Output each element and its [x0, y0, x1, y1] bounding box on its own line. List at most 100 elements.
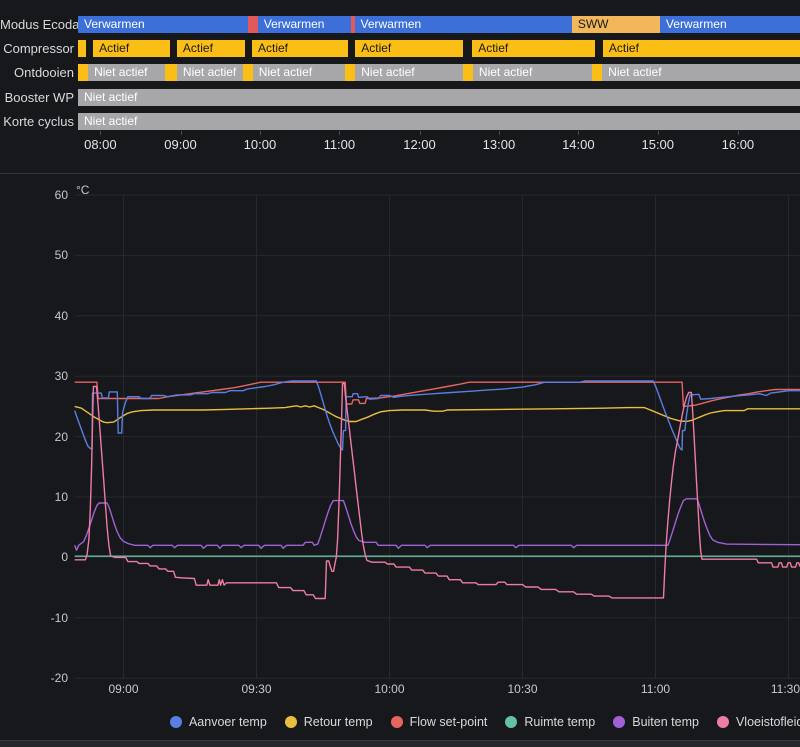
timeline-axis-tick — [578, 131, 580, 135]
timeline-segment-actief[interactable]: Actief — [252, 40, 349, 57]
legend-item-label: Ruimte temp — [524, 715, 596, 729]
y-axis-tick-label: 60 — [54, 188, 68, 202]
legend-color-dot-icon — [284, 716, 297, 728]
timeline-segment-verwarmen[interactable]: Verwarmen — [78, 16, 248, 33]
y-axis-tick-label: 20 — [54, 429, 68, 444]
timeline-segment-actief[interactable] — [78, 64, 89, 81]
legend-item-label: Vloeistofleiding — [735, 715, 800, 729]
timeline-axis-tick — [100, 131, 102, 135]
timeline-row-label: Compressor — [3, 41, 74, 56]
dashboard: Modus Ecodan Verwarmen Verwarmen Verwarmen S… — [0, 0, 800, 747]
timeline-row-track: Verwarmen Verwarmen Verwarmen SWW Verwarmen — [78, 16, 800, 33]
timeline-row: Korte cyclus Niet actief — [0, 112, 800, 130]
timeline-row-label: Modus Ecodan — [0, 17, 87, 32]
y-axis-tick-label: -10 — [50, 610, 68, 625]
timeline-row-label: Ontdooien — [14, 65, 74, 80]
timeline-axis-tick — [737, 131, 739, 135]
timeline-segment-defrost[interactable] — [247, 16, 258, 33]
timeline-segment-niet_actief[interactable]: Niet actief — [176, 64, 244, 81]
x-axis-tick-label: 10:00 — [374, 682, 405, 696]
chart-legend: Aanvoer temp Retour temp Flow set-point Rui… — [169, 710, 800, 734]
timeline-segment-actief[interactable] — [164, 64, 177, 81]
timeline-segment-sww[interactable]: SWW — [571, 16, 660, 33]
timeline-row-track: Niet actief Niet actief Niet actief Niet ac… — [78, 64, 800, 81]
legend-item-ruimte-temp[interactable]: Ruimte temp — [505, 715, 595, 729]
legend-item-vloeistofleiding[interactable]: Vloeistofleiding — [716, 715, 800, 729]
timeline-segment-actief[interactable] — [78, 40, 86, 57]
y-axis-tick-label: 10 — [54, 490, 68, 504]
series-line-aanvoer-temp — [74, 380, 800, 451]
timeline-axis-tick — [657, 131, 659, 135]
timeline-segment-actief[interactable] — [592, 64, 603, 81]
timeline-segment-niet_actief[interactable]: Niet actief — [355, 64, 463, 81]
legend-item-retour-temp[interactable]: Retour temp — [284, 715, 373, 729]
legend-item-aanvoer-temp[interactable]: Aanvoer temp — [169, 715, 267, 729]
y-axis-tick-label: 50 — [54, 248, 68, 263]
timeline-axis-tick-label: 16:00 — [721, 137, 755, 152]
timeline-segment-actief[interactable]: Actief — [176, 40, 245, 57]
timeline-segment-actief[interactable] — [243, 64, 253, 81]
legend-color-dot-icon — [716, 716, 729, 728]
timeline-axis-tick — [339, 131, 341, 135]
timeline-axis-tick — [259, 131, 261, 135]
timeline-axis-tick — [180, 131, 182, 135]
x-axis-tick-label: 11:00 — [640, 682, 671, 696]
timeline-axis-tick-label: 11:00 — [323, 137, 356, 152]
timeline-row-track: Niet actief — [78, 112, 800, 130]
legend-item-label: Flow set-point — [409, 715, 488, 729]
timeline-segment-actief[interactable] — [345, 64, 356, 81]
x-axis-tick-label: 09:30 — [241, 682, 272, 696]
timeline-axis-tick-label: 10:00 — [243, 137, 277, 152]
legend-item-label: Aanvoer temp — [188, 715, 267, 729]
timeline-axis-tick — [419, 131, 421, 135]
legend-item-label: Buiten temp — [632, 715, 699, 729]
timeline-segment-niet_actief[interactable]: Niet actief — [602, 64, 800, 81]
temperature-chart-panel: °C 60 50 40 30 20 10 0 -10 -20 09:00 09:30 10:00 10… — [0, 174, 800, 739]
timeline-row-label: Korte cyclus — [3, 113, 74, 129]
timeline-row: Modus Ecodan Verwarmen Verwarmen Verwarmen S… — [0, 16, 800, 33]
y-axis-tick-label: 0 — [61, 550, 68, 565]
timeline-segment-niet_actief[interactable]: Niet actief — [88, 64, 165, 81]
timeline-segment-actief[interactable]: Actief — [472, 40, 595, 57]
legend-color-dot-icon — [505, 716, 518, 728]
legend-color-dot-icon — [613, 716, 626, 728]
timeline-segment-verwarmen[interactable]: Verwarmen — [257, 16, 351, 33]
timeline-row: Compressor Actief Actief Actief Actief Actief… — [0, 40, 800, 57]
timeline-segment-niet_actief[interactable]: Niet actief — [78, 88, 800, 106]
series-line-retour-temp — [74, 405, 800, 424]
x-axis-tick-label: 09:00 — [108, 682, 139, 696]
timeline-segment-verwarmen[interactable]: Verwarmen — [659, 16, 800, 33]
timeline-row: Booster WP Niet actief — [0, 88, 800, 106]
y-axis-tick-label: 30 — [54, 369, 68, 384]
legend-item-buiten-temp[interactable]: Buiten temp — [613, 715, 699, 729]
bottom-scrollbar-strip[interactable] — [0, 740, 800, 747]
timeline-axis-tick — [498, 131, 500, 135]
timeline-row-label: Booster WP — [4, 89, 74, 105]
legend-color-dot-icon — [169, 716, 182, 728]
legend-item-label: Retour temp — [303, 715, 373, 729]
y-axis-tick-label: -20 — [50, 671, 68, 686]
timeline-row-track: Niet actief — [78, 88, 800, 106]
timeline-segment-actief[interactable]: Actief — [602, 40, 800, 57]
timeline-row-track: Actief Actief Actief Actief Actief Actief — [78, 40, 800, 57]
legend-color-dot-icon — [390, 716, 403, 728]
legend-item-flow-set-point[interactable]: Flow set-point — [390, 715, 488, 729]
temperature-chart-canvas — [74, 194, 800, 679]
timeline-axis-tick-label: 15:00 — [641, 137, 675, 152]
timeline-axis-tick-label: 14:00 — [562, 137, 595, 152]
y-axis-tick-label: 40 — [54, 308, 68, 323]
timeline-axis-tick-label: 13:00 — [482, 137, 516, 152]
state-timeline-panel: Modus Ecodan Verwarmen Verwarmen Verwarmen S… — [0, 0, 800, 173]
timeline-segment-niet_actief[interactable]: Niet actief — [472, 64, 593, 81]
x-axis-tick-label: 10:30 — [507, 682, 538, 696]
series-line-vloeistofleiding — [74, 382, 800, 600]
timeline-segment-actief[interactable] — [462, 64, 473, 81]
timeline-segment-actief[interactable]: Actief — [93, 40, 170, 57]
timeline-axis-tick-label: 08:00 — [84, 137, 117, 152]
timeline-axis-tick-label: 09:00 — [164, 137, 197, 152]
timeline-axis-tick-label: 12:00 — [403, 137, 436, 152]
timeline-segment-verwarmen[interactable]: Verwarmen — [354, 16, 572, 33]
timeline-segment-niet_actief[interactable]: Niet actief — [78, 112, 800, 130]
timeline-segment-actief[interactable]: Actief — [355, 40, 463, 57]
timeline-segment-niet_actief[interactable]: Niet actief — [252, 64, 346, 81]
